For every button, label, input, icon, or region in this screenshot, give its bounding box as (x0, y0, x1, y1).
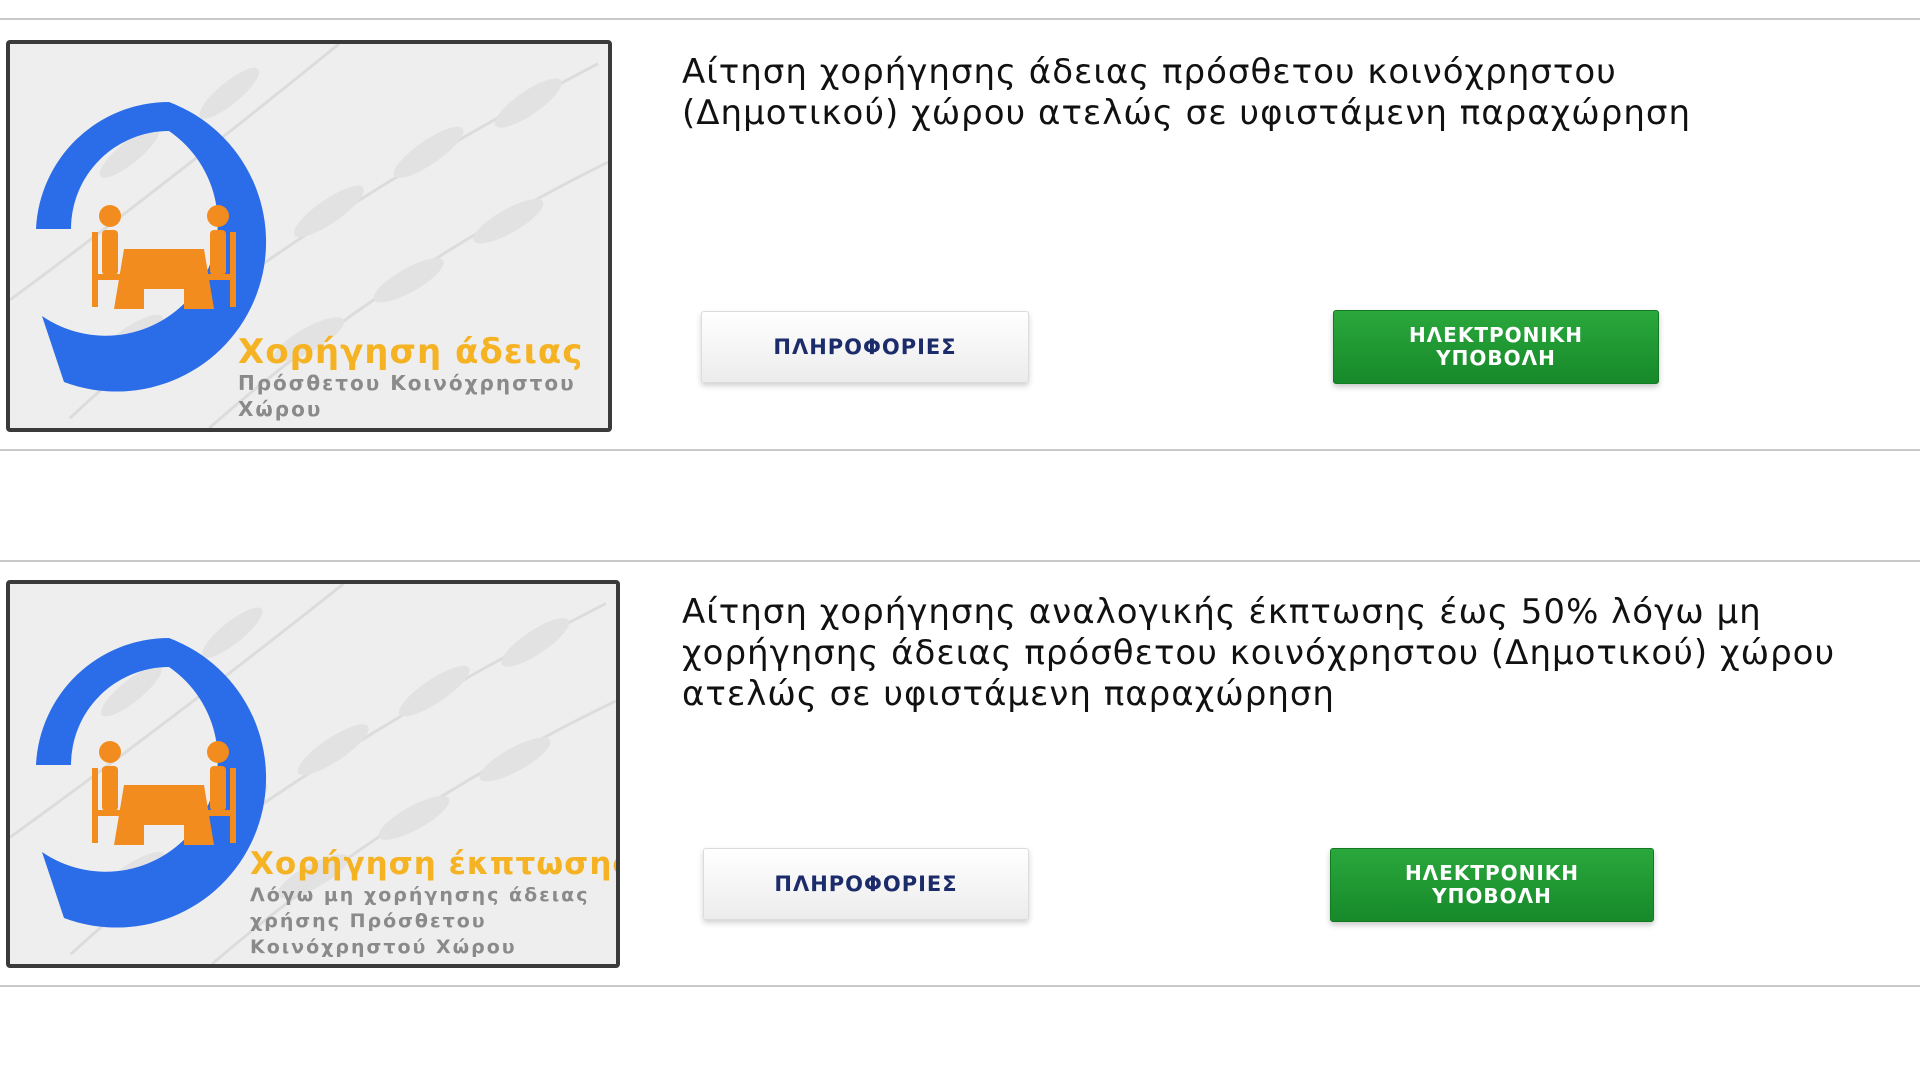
submit-label-line1: ΗΛΕΚΤΡΟΝΙΚΗ (1404, 861, 1580, 885)
top-divider (0, 18, 1920, 20)
electronic-submission-button[interactable]: ΗΛΕΚΤΡΟΝΙΚΗ ΥΠΟΒΟΛΗ (1333, 310, 1659, 384)
submit-label-line2: ΥΠΟΒΟΛΗ (1432, 884, 1552, 908)
thumbnail-caption: Χορήγηση έκπτωσης Λόγω μη χορήγησης άδει… (250, 846, 620, 960)
thumbnail-caption-subtitle: Πρόσθετου Κοινόχρηστου Χώρου (238, 371, 576, 421)
thumbnail-caption-title: Χορήγηση έκπτωσης (250, 846, 620, 882)
thumbnail-caption: Χορήγηση άδειας Πρόσθετου Κοινόχρηστου Χ… (238, 334, 608, 422)
services-page: Χορήγηση άδειας Πρόσθετου Κοινόχρηστου Χ… (0, 0, 1920, 1080)
service-thumbnail[interactable]: Χορήγηση άδειας Πρόσθετου Κοινόχρηστου Χ… (6, 40, 612, 432)
card-1-bottom-divider (0, 449, 1920, 451)
submit-label-line2: ΥΠΟΒΟΛΗ (1436, 346, 1556, 370)
electronic-submission-button[interactable]: ΗΛΕΚΤΡΟΝΙΚΗ ΥΠΟΒΟΛΗ (1330, 848, 1654, 922)
service-title: Αίτηση χορήγησης αναλογικής έκπτωσης έως… (682, 592, 1836, 714)
info-button[interactable]: ΠΛΗΡΟΦΟΡΙΕΣ (701, 311, 1029, 383)
thumbnail-caption-subtitle: Λόγω μη χορήγησης άδειας χρήσης Πρόσθετο… (250, 884, 590, 958)
info-button[interactable]: ΠΛΗΡΟΦΟΡΙΕΣ (703, 848, 1029, 920)
thumbnail-caption-title: Χορήγηση άδειας (238, 332, 584, 372)
card-2-bottom-divider (0, 985, 1920, 987)
service-thumbnail[interactable]: Χορήγηση έκπτωσης Λόγω μη χορήγησης άδει… (6, 580, 620, 968)
service-title: Αίτηση χορήγησης άδειας πρόσθετου κοινόχ… (682, 52, 1692, 133)
card-2-top-divider (0, 560, 1920, 562)
submit-label-line1: ΗΛΕΚΤΡΟΝΙΚΗ (1408, 323, 1584, 347)
